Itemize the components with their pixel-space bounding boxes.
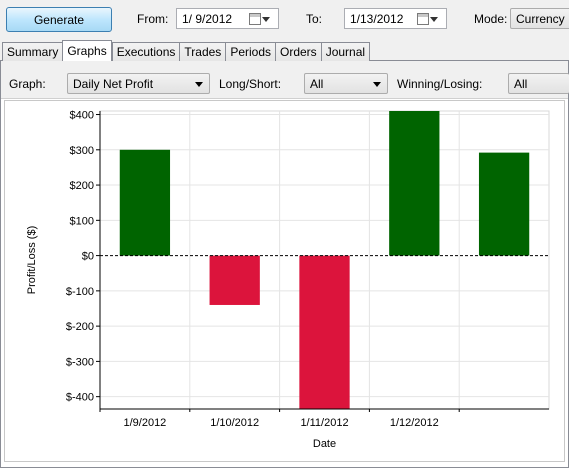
profit-loss-bar-chart: $400 $300 $200 $100 $0 $-100 $-200 $-300 $-400 1/… <box>26 110 550 450</box>
chevron-down-icon <box>373 82 381 87</box>
long-short-select[interactable]: All <box>304 73 388 94</box>
x-tick-label: 1/11/2012 <box>300 417 348 429</box>
chart-container: $400 $300 $200 $100 $0 $-100 $-200 $-300 $-400 1/… <box>4 100 565 462</box>
tab-trades[interactable]: Trades <box>179 42 226 61</box>
from-label: From: <box>137 12 169 26</box>
bar <box>389 111 440 256</box>
calendar-dropdown-icon[interactable] <box>249 12 275 26</box>
mode-label: Mode: <box>474 12 508 26</box>
chevron-down-icon <box>195 82 203 87</box>
long-short-label: Long/Short: <box>219 77 282 91</box>
calendar-dropdown-icon[interactable] <box>417 12 443 26</box>
mode-select[interactable]: Currency <box>510 8 569 29</box>
x-axis-title: Date <box>313 438 336 450</box>
y-tick-label: $100 <box>70 215 94 227</box>
y-tick-label: $200 <box>70 180 94 192</box>
x-tick-label: 1/9/2012 <box>123 417 166 429</box>
winning-losing-value: All <box>514 76 528 91</box>
mode-value: Currency <box>516 11 565 26</box>
bar <box>478 152 530 256</box>
tab-summary[interactable]: Summary <box>2 42 63 61</box>
x-tick-label: 1/12/2012 <box>390 417 439 429</box>
tab-periods[interactable]: Periods <box>225 42 275 61</box>
y-tick-label: $300 <box>70 145 94 157</box>
graph-type-select[interactable]: Daily Net Profit <box>67 73 210 94</box>
y-tick-label: $0 <box>82 251 94 263</box>
y-axis-title: Profit/Loss ($) <box>26 226 38 294</box>
to-date-picker[interactable]: 1/13/2012 <box>344 8 447 29</box>
tab-strip: Summary Graphs Executions Trades Periods… <box>2 40 371 61</box>
y-tick-label: $-400 <box>66 392 94 404</box>
bar <box>299 255 350 409</box>
winning-losing-select[interactable]: All <box>508 73 569 94</box>
graph-type-value: Daily Net Profit <box>73 76 154 91</box>
graph-label: Graph: <box>9 77 46 91</box>
bar <box>119 149 171 256</box>
generate-button[interactable]: Generate <box>6 7 112 32</box>
long-short-value: All <box>310 76 324 91</box>
from-date-value: 1/ 9/2012 <box>182 11 233 26</box>
to-date-value: 1/13/2012 <box>350 11 404 26</box>
y-tick-label: $-200 <box>66 321 94 333</box>
y-tick-label: $-300 <box>66 356 94 368</box>
tab-graphs[interactable]: Graphs <box>62 40 112 61</box>
y-tick-label: $-100 <box>66 286 94 298</box>
from-date-picker[interactable]: 1/ 9/2012 <box>176 8 279 29</box>
winning-losing-label: Winning/Losing: <box>397 77 483 91</box>
to-label: To: <box>306 12 323 26</box>
bar <box>209 255 260 305</box>
tab-journal[interactable]: Journal <box>320 42 371 61</box>
tab-orders[interactable]: Orders <box>275 42 321 61</box>
x-tick-label: 1/10/2012 <box>210 417 259 429</box>
y-tick-label: $400 <box>70 110 94 122</box>
tab-executions[interactable]: Executions <box>111 42 180 61</box>
